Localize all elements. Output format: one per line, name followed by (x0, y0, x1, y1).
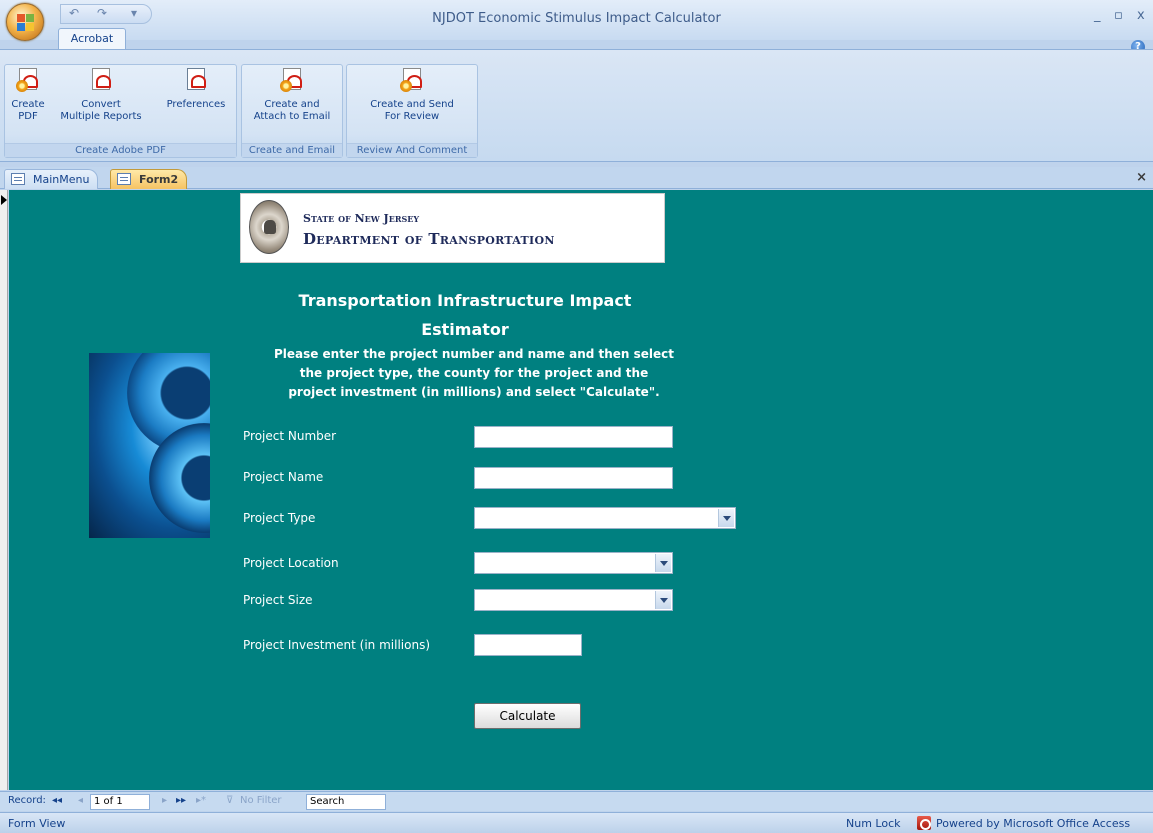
banner-state: State of New Jersey (303, 212, 420, 225)
create-attach-email-button[interactable]: Create and Attach to Email (244, 67, 340, 123)
project-name-label: Project Name (243, 470, 324, 484)
convert-multiple-reports-button[interactable]: Convert Multiple Reports (51, 67, 151, 123)
window-title: NJDOT Economic Stimulus Impact Calculato… (432, 11, 721, 26)
search-input[interactable]: Search (306, 794, 386, 810)
close-window-button[interactable]: x (1137, 8, 1145, 23)
page-title: Transportation Infrastructure Impact Est… (298, 291, 632, 339)
powered-by-text: Powered by Microsoft Office Access (936, 817, 1131, 830)
project-investment-label: Project Investment (in millions) (243, 638, 430, 652)
record-label: Record: (8, 795, 46, 806)
njdot-banner: State of New Jersey Department of Transp… (240, 193, 665, 263)
create-send-review-button[interactable]: Create and Send For Review (353, 67, 471, 123)
tab-acrobat[interactable]: Acrobat (58, 28, 126, 50)
access-icon (917, 816, 931, 830)
chevron-down-icon[interactable] (655, 554, 671, 572)
last-record-button[interactable]: ▸▸ (176, 795, 186, 806)
group-label: Create Adobe PDF (5, 143, 236, 157)
ribbon: Create PDF Convert Multiple Reports Pref… (0, 49, 1153, 162)
project-type-select[interactable] (474, 507, 736, 529)
current-record-arrow-icon (1, 195, 7, 205)
create-pdf-button[interactable]: Create PDF (9, 67, 47, 123)
chevron-down-icon[interactable] (718, 509, 734, 527)
first-record-button[interactable]: ◂◂ (52, 795, 62, 806)
form-body: State of New Jersey Department of Transp… (9, 190, 1153, 790)
attach-email-icon (280, 67, 304, 95)
project-location-select[interactable] (474, 552, 673, 574)
status-bar: Form View Num Lock Powered by Microsoft … (0, 812, 1153, 833)
project-number-input[interactable] (474, 426, 673, 448)
calculate-button[interactable]: Calculate (474, 703, 581, 729)
filter-funnel-icon: ⊽ (226, 795, 234, 806)
project-size-select[interactable] (474, 589, 673, 611)
project-number-label: Project Number (243, 429, 337, 443)
title-bar: ↶ ↷ ▾ NJDOT Economic Stimulus Impact Cal… (0, 0, 1153, 41)
next-record-button[interactable]: ▸ (162, 795, 167, 806)
current-record-field[interactable]: 1 of 1 (90, 794, 150, 810)
project-type-label: Project Type (243, 511, 316, 525)
form-icon (117, 173, 131, 185)
num-lock-indicator: Num Lock (846, 817, 901, 830)
group-create-and-email: Create and Attach to Email Create and Em… (241, 64, 343, 158)
document-tab-bar: MainMenu Form2 × (0, 167, 1153, 189)
view-mode-text: Form View (8, 817, 66, 830)
send-review-icon (400, 67, 424, 95)
project-size-label: Project Size (243, 593, 313, 607)
group-label: Review And Comment (347, 143, 477, 157)
convert-reports-icon (89, 67, 113, 95)
group-review-and-comment: Create and Send For Review Review And Co… (346, 64, 478, 158)
create-pdf-icon (16, 67, 40, 95)
preferences-icon (184, 67, 208, 95)
group-label: Create and Email (242, 143, 342, 157)
project-investment-input[interactable] (474, 634, 582, 656)
close-document-button[interactable]: × (1136, 170, 1147, 185)
gears-image (89, 353, 210, 538)
instructions-text: Please enter the project number and name… (273, 347, 675, 399)
project-location-label: Project Location (243, 556, 339, 570)
nj-state-seal-icon (249, 200, 289, 254)
restore-button[interactable]: ▫ (1114, 8, 1123, 23)
project-name-input[interactable] (474, 467, 673, 489)
tab-mainmenu[interactable]: MainMenu (4, 169, 99, 189)
record-navigation-bar: Record: ◂◂ ◂ 1 of 1 ▸ ▸▸ ▸* ⊽ No Filter … (0, 791, 1153, 811)
new-record-button[interactable]: ▸* (196, 795, 206, 806)
form-icon (11, 173, 25, 185)
previous-record-button[interactable]: ◂ (78, 795, 83, 806)
minimize-button[interactable]: _ (1094, 8, 1101, 23)
record-selector[interactable] (0, 190, 8, 790)
group-create-adobe-pdf: Create PDF Convert Multiple Reports Pref… (4, 64, 237, 158)
banner-department: Department of Transportation (303, 230, 555, 248)
chevron-down-icon[interactable] (655, 591, 671, 609)
preferences-button[interactable]: Preferences (158, 67, 234, 111)
no-filter-button[interactable]: No Filter (240, 795, 282, 806)
tab-form2[interactable]: Form2 (110, 169, 188, 189)
